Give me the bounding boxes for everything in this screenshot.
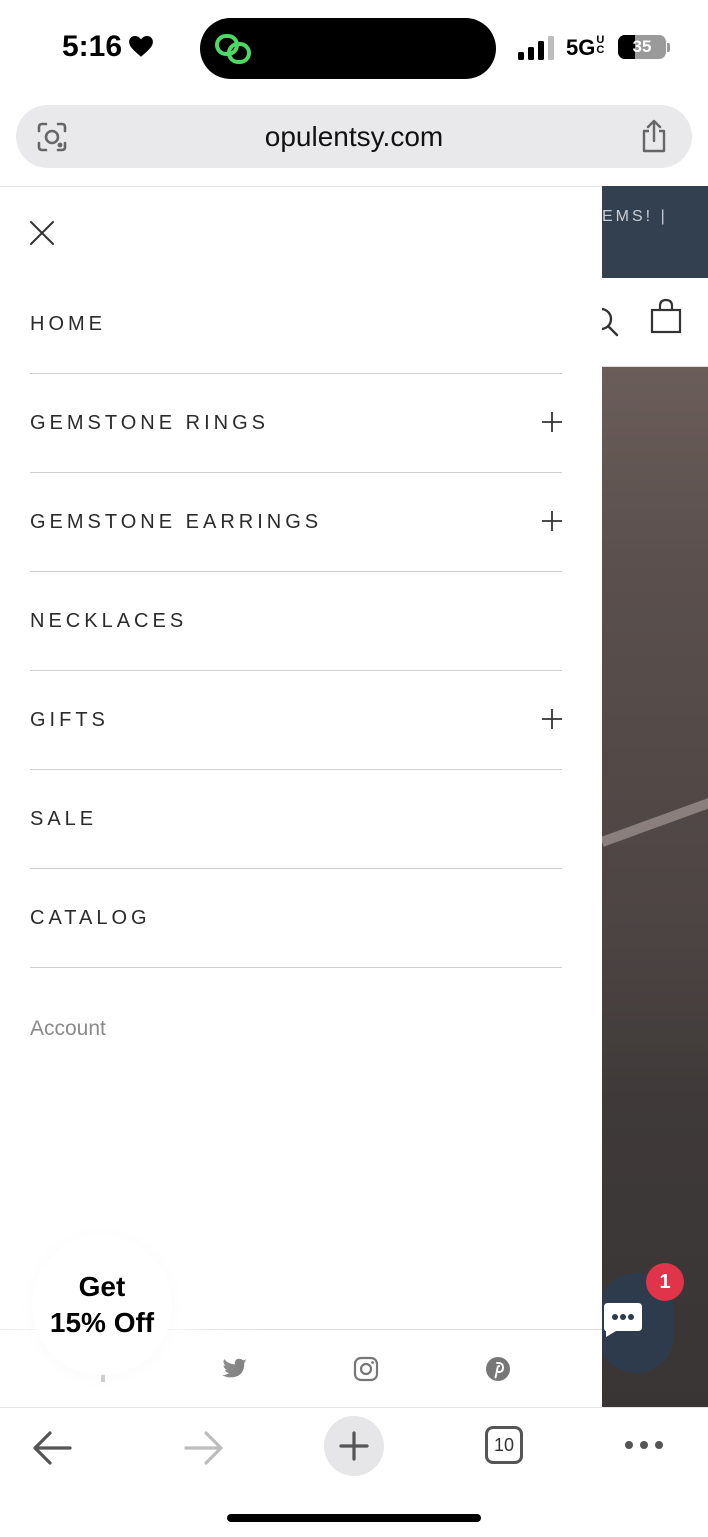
menu-item-label[interactable]: GEMSTONE RINGS bbox=[30, 412, 269, 435]
menu-item-label[interactable]: GIFTS bbox=[30, 709, 109, 732]
menu-item-label[interactable]: GEMSTONE EARRINGS bbox=[30, 511, 322, 534]
menu-item-necklaces[interactable]: NECKLACES bbox=[30, 572, 562, 671]
menu-item-gemstone-earrings[interactable]: GEMSTONE EARRINGS bbox=[30, 473, 562, 572]
discount-popup-button[interactable]: Get 15% Off bbox=[32, 1235, 172, 1375]
plus-icon[interactable] bbox=[339, 1431, 369, 1461]
status-time: 5:16 bbox=[62, 30, 123, 63]
pinterest-icon[interactable] bbox=[485, 1356, 511, 1382]
menu-item-label[interactable]: SALE bbox=[30, 808, 97, 831]
browser-toolbar: 10 bbox=[0, 1407, 708, 1537]
menu-item-label[interactable]: CATALOG bbox=[30, 907, 151, 930]
battery-tip bbox=[667, 43, 670, 52]
battery-level: 35 bbox=[632, 37, 652, 56]
menu-item-sale[interactable]: SALE bbox=[30, 770, 562, 869]
chat-notification-badge: 1 bbox=[646, 1263, 684, 1301]
back-arrow-icon[interactable] bbox=[32, 1430, 72, 1466]
chat-icon[interactable] bbox=[602, 1303, 644, 1337]
account-link[interactable]: Account bbox=[30, 1017, 106, 1041]
announcement-text: EMS! | bbox=[602, 208, 668, 225]
shopping-bag-icon[interactable] bbox=[650, 298, 682, 334]
navigation-drawer: HOME GEMSTONE RINGS GEMSTONE EARRINGS NE… bbox=[0, 186, 602, 1408]
announcement-bar: EMS! | bbox=[602, 186, 708, 278]
search-icon[interactable] bbox=[602, 306, 620, 338]
menu-item-gemstone-rings[interactable]: GEMSTONE RINGS bbox=[30, 374, 562, 473]
menu-item-label[interactable]: NECKLACES bbox=[30, 610, 187, 633]
network-type: 5GUC bbox=[566, 34, 605, 61]
discount-line-1: Get bbox=[78, 1271, 126, 1302]
plus-icon[interactable] bbox=[542, 412, 562, 432]
site-header bbox=[602, 278, 708, 367]
share-icon[interactable] bbox=[640, 119, 668, 153]
new-tab-button[interactable] bbox=[324, 1416, 384, 1476]
menu-item-gifts[interactable]: GIFTS bbox=[30, 671, 562, 770]
linked-circles-icon bbox=[215, 34, 251, 64]
drawer-menu: HOME GEMSTONE RINGS GEMSTONE EARRINGS NE… bbox=[30, 275, 562, 968]
home-indicator bbox=[227, 1514, 481, 1522]
menu-item-home[interactable]: HOME bbox=[30, 275, 562, 374]
signal-icon bbox=[518, 36, 554, 60]
forward-arrow-icon[interactable] bbox=[184, 1430, 224, 1466]
more-dots-icon[interactable] bbox=[624, 1440, 664, 1450]
page-background: EMS! | bbox=[602, 186, 708, 1407]
visual-search-icon[interactable] bbox=[36, 121, 68, 153]
plus-icon[interactable] bbox=[542, 511, 562, 531]
tab-switcher-button[interactable]: 10 bbox=[485, 1426, 523, 1464]
address-bar[interactable]: opulentsy.com bbox=[16, 105, 692, 168]
battery-icon: 35 bbox=[618, 35, 666, 59]
close-icon[interactable] bbox=[28, 219, 56, 247]
discount-popup-text[interactable]: Get 15% Off bbox=[32, 1269, 172, 1341]
hero-image bbox=[602, 367, 708, 1407]
twitter-icon[interactable] bbox=[222, 1356, 248, 1382]
heart-icon bbox=[129, 35, 153, 57]
status-bar: 5:16 5GUC 35 bbox=[0, 0, 708, 98]
url-text[interactable]: opulentsy.com bbox=[16, 105, 692, 168]
instagram-icon[interactable] bbox=[353, 1356, 379, 1382]
discount-line-2: 15% Off bbox=[49, 1307, 155, 1338]
menu-item-catalog[interactable]: CATALOG bbox=[30, 869, 562, 968]
hero-image-highlight bbox=[602, 792, 708, 847]
dynamic-island bbox=[200, 18, 496, 79]
menu-item-label[interactable]: HOME bbox=[30, 313, 106, 336]
plus-icon[interactable] bbox=[542, 709, 562, 729]
